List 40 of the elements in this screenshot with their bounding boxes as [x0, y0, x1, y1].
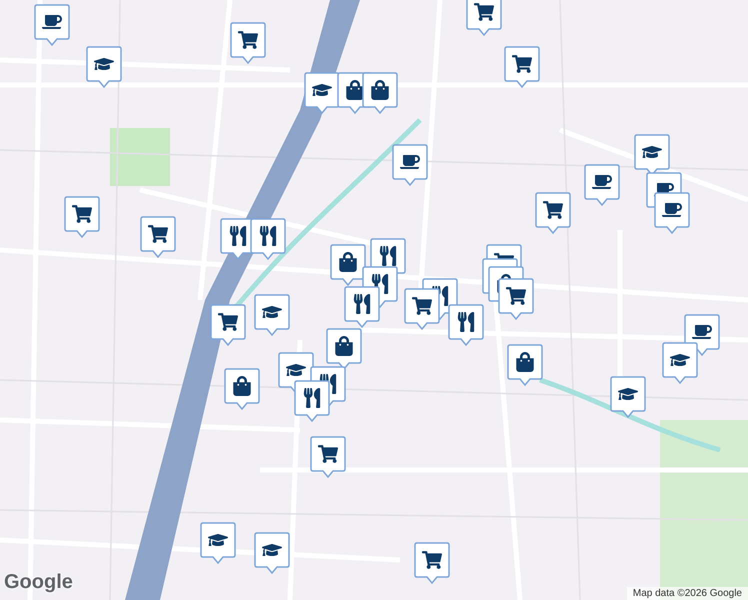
fork-knife-icon [455, 311, 477, 333]
map-marker[interactable] [507, 344, 543, 386]
fork-knife-icon [257, 225, 279, 247]
map-marker[interactable] [362, 72, 398, 114]
map-marker[interactable] [254, 532, 290, 574]
map-marker[interactable] [86, 46, 122, 88]
map-marker[interactable] [498, 278, 534, 320]
map-marker[interactable] [294, 380, 330, 422]
map-marker[interactable] [610, 376, 646, 418]
map-marker[interactable] [414, 542, 450, 584]
map-marker[interactable] [504, 46, 540, 88]
map-marker[interactable] [304, 72, 340, 114]
map-marker[interactable] [64, 196, 100, 238]
fork-knife-icon [301, 387, 323, 409]
map-marker[interactable] [200, 522, 236, 564]
map-marker[interactable] [392, 144, 428, 186]
map-marker[interactable] [535, 192, 571, 234]
map-marker[interactable] [310, 436, 346, 478]
map-marker[interactable] [330, 244, 366, 286]
map-marker[interactable] [224, 368, 260, 410]
map-marker[interactable] [254, 294, 290, 336]
map-logo: Google [4, 571, 73, 594]
map-marker[interactable] [448, 304, 484, 346]
fork-knife-icon [429, 285, 451, 307]
map-marker[interactable] [140, 216, 176, 258]
map-marker[interactable] [34, 4, 70, 46]
map-marker[interactable] [230, 22, 266, 64]
map-marker[interactable] [210, 304, 246, 346]
map-marker[interactable] [404, 288, 440, 330]
fork-knife-icon [369, 273, 391, 295]
fork-knife-icon [317, 373, 339, 395]
map-marker[interactable] [466, 0, 502, 36]
map-attribution: Map data ©2026 Google [626, 587, 748, 600]
map-marker[interactable] [326, 328, 362, 370]
map-marker[interactable] [584, 164, 620, 206]
map-marker[interactable] [250, 218, 286, 260]
fork-knife-icon [351, 293, 373, 315]
fork-knife-icon [227, 225, 249, 247]
map-marker[interactable] [344, 286, 380, 328]
fork-knife-icon [377, 245, 399, 267]
